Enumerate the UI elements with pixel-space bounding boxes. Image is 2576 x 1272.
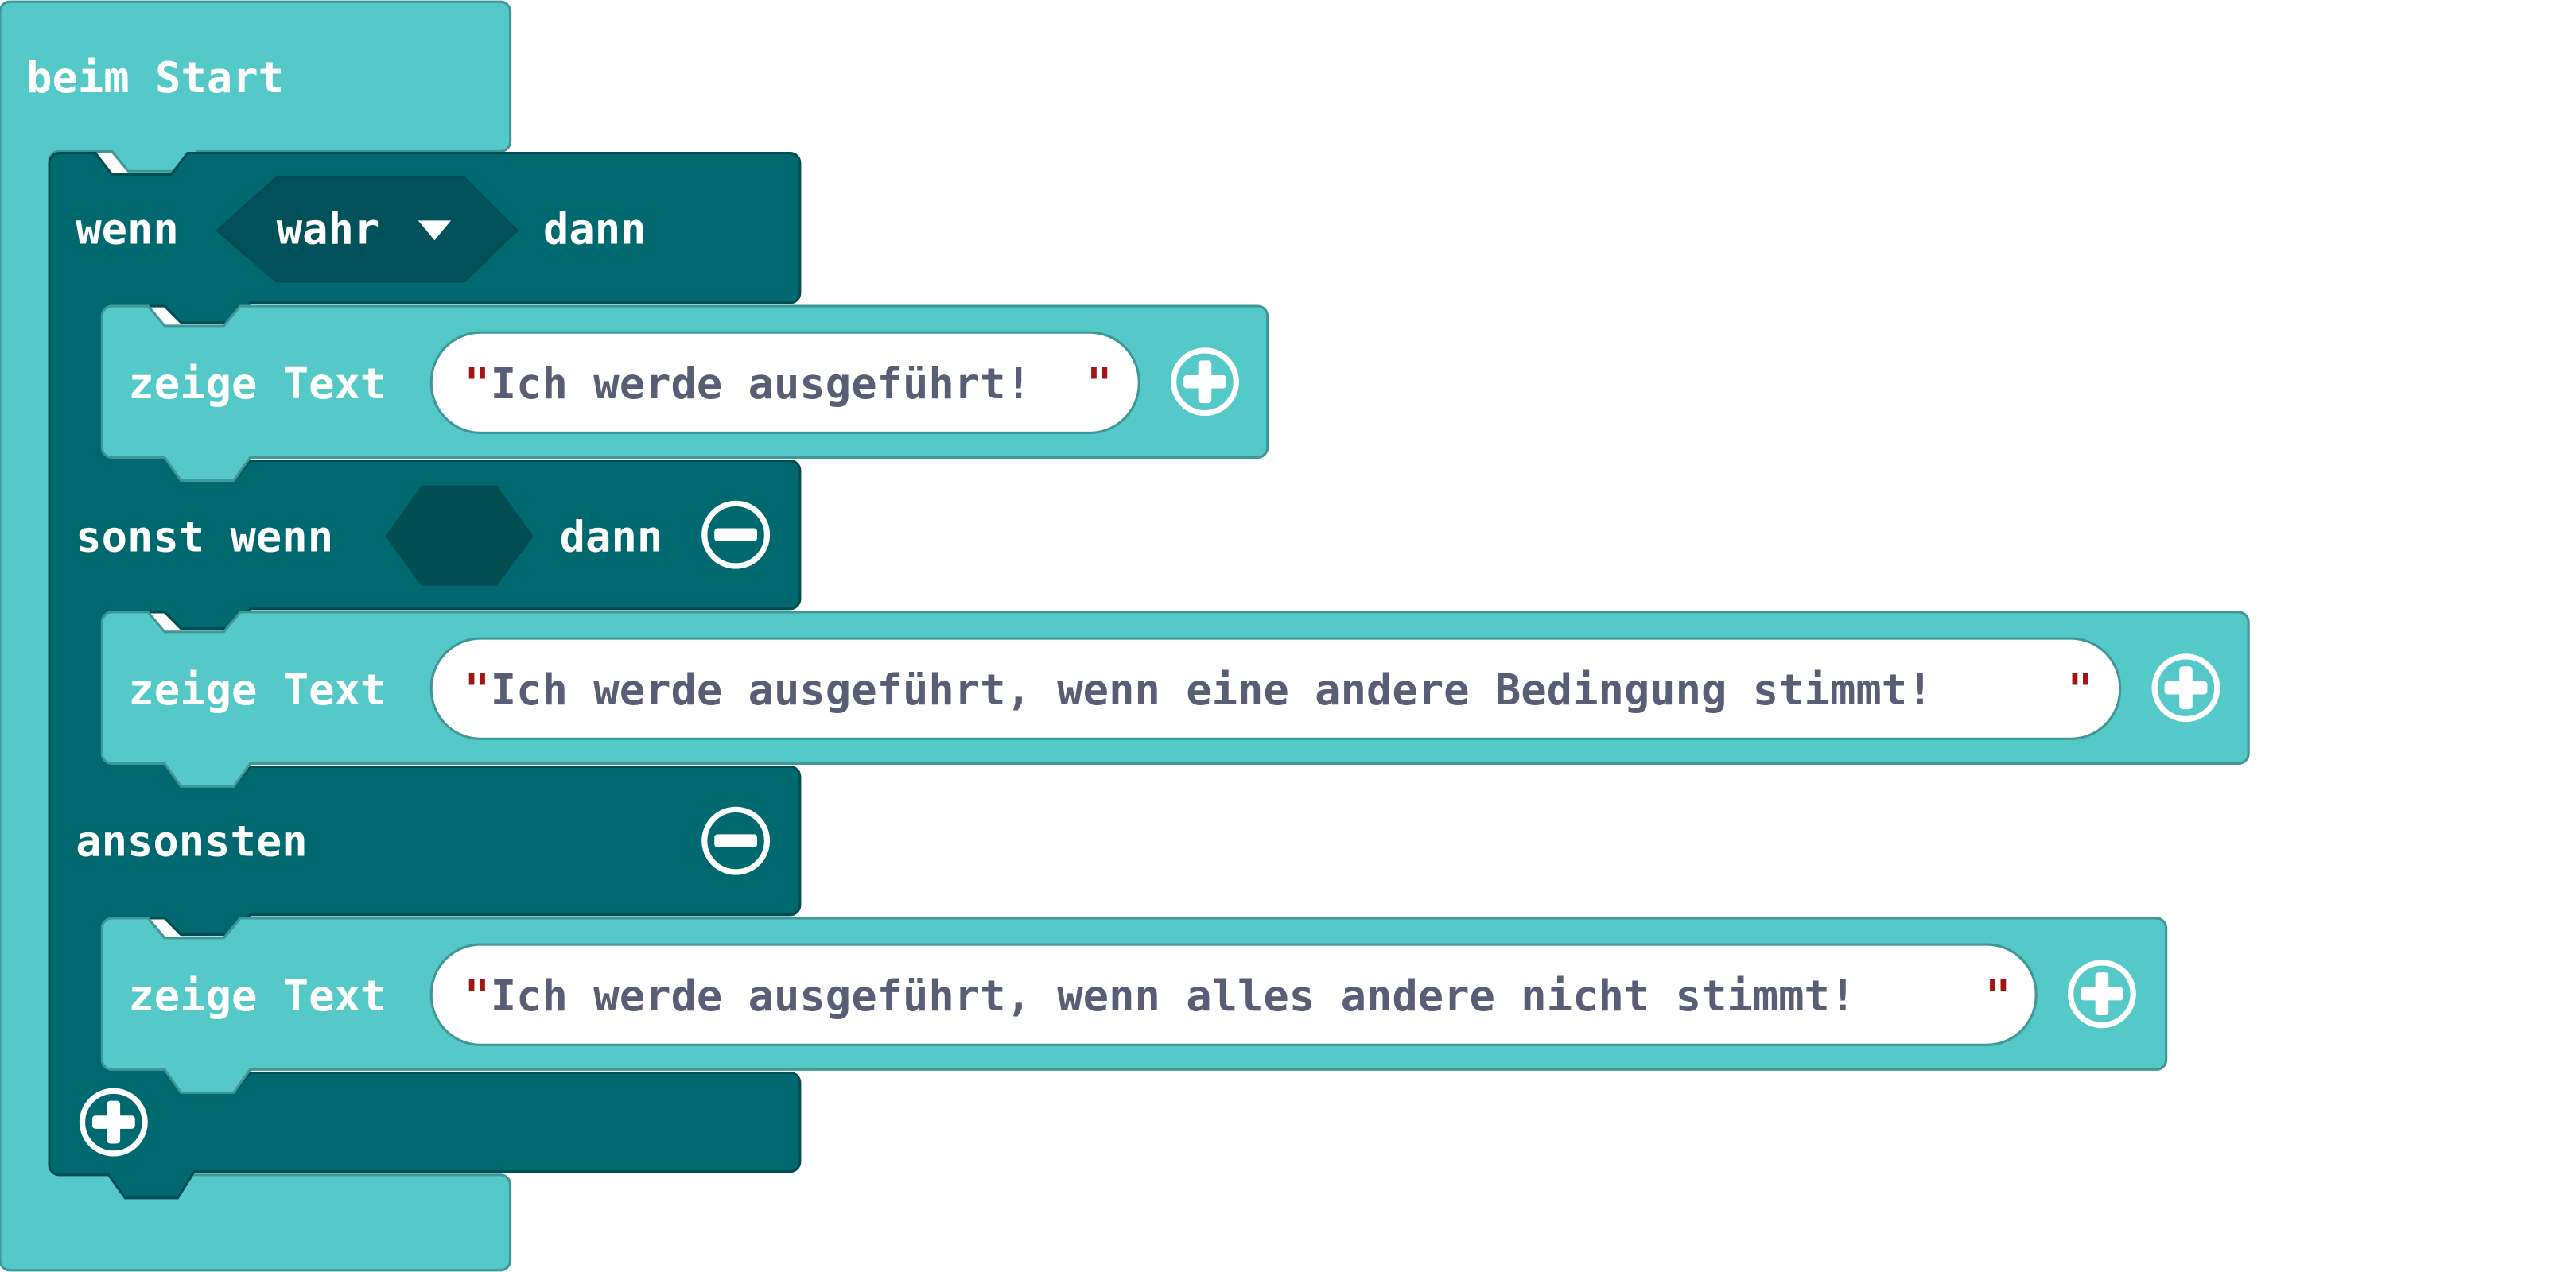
show-text-block-2[interactable]: zeige Text " Ich werde ausgeführt, wenn … <box>100 611 2250 788</box>
else-label: ansonsten <box>76 816 308 866</box>
quote-close: " <box>1985 971 2011 1021</box>
else-if-label: sonst wenn <box>76 511 333 561</box>
quote-open: " <box>464 359 490 409</box>
show-text-block-1[interactable]: zeige Text " Ich werde ausgeführt! " <box>100 304 1269 482</box>
string-value-1: Ich werde ausgeführt! <box>491 359 1032 409</box>
workspace-canvas: beim Start wenn wahr dann zeige Text " I… <box>0 0 2250 1272</box>
on-start-label: beim Start <box>26 52 284 103</box>
quote-open: " <box>464 665 490 715</box>
condition-dropdown[interactable]: wahr <box>215 176 519 283</box>
show-text-label: zeige Text <box>128 971 386 1021</box>
quote-close: " <box>2067 665 2092 715</box>
then-label: dann <box>543 204 647 254</box>
else-if-then-label: dann <box>560 511 663 561</box>
string-value-3: Ich werde ausgeführt, wenn alles andere … <box>491 971 1856 1021</box>
quote-open: " <box>464 971 490 1021</box>
condition-value: wahr <box>277 204 380 254</box>
show-text-label: zeige Text <box>128 359 386 409</box>
show-text-block-3[interactable]: zeige Text " Ich werde ausgeführt, wenn … <box>100 917 2168 1094</box>
if-label: wenn <box>76 204 179 254</box>
show-text-label: zeige Text <box>128 665 386 715</box>
quote-close: " <box>1086 359 1112 409</box>
string-value-2: Ich werde ausgeführt, wenn eine andere B… <box>491 665 1933 715</box>
